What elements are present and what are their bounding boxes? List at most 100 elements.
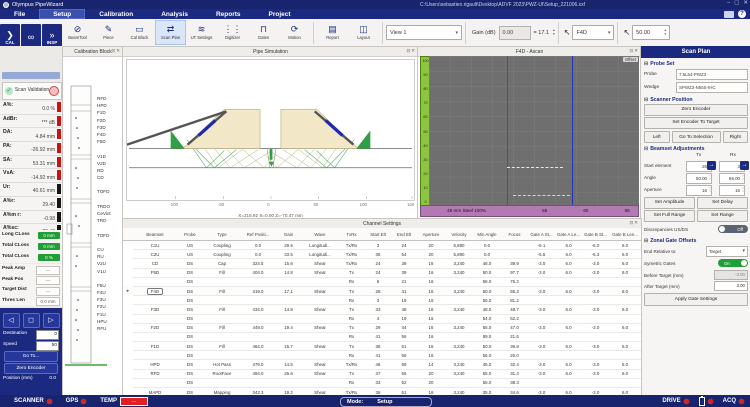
panel-window-icons[interactable]: ⊡✕ bbox=[111, 48, 121, 54]
table-row[interactable]: CD DS Cap 324.5 15.6 Shear Tx/Rx 24 39 16 3,240 48.… bbox=[123, 258, 641, 269]
apply-gate-settings-button[interactable]: Apply Gate Settings bbox=[644, 293, 748, 306]
column-header[interactable]: Probe bbox=[177, 228, 203, 241]
theme-toggle-icon[interactable] bbox=[724, 10, 734, 18]
speed-input[interactable]: 50 bbox=[36, 341, 59, 351]
apply-rx-button[interactable]: → bbox=[740, 161, 749, 170]
digitizer-button[interactable]: ⋮⋮ Digitizer bbox=[217, 20, 248, 45]
stop-button[interactable]: ◻ bbox=[22, 313, 40, 328]
symetric-gates-toggle[interactable]: On bbox=[718, 259, 748, 267]
column-header[interactable]: Gate B Len... bbox=[609, 228, 641, 241]
table-row[interactable]: C1U US Coupling 0.0 29.5 Longitudi... Tx/Rx 3 24… bbox=[123, 240, 641, 251]
angle-rx-input[interactable]: 56.00 bbox=[719, 173, 745, 184]
column-header[interactable]: Velocity bbox=[445, 228, 473, 241]
beam-select[interactable]: F4D ▾ bbox=[572, 25, 615, 40]
motion-button[interactable]: ⟳ Motion bbox=[279, 20, 310, 45]
table-row[interactable]: HPD DS Hot Pass 479.0 14.5 Shear Tx/Rx 46 59 14 3,… bbox=[123, 359, 641, 370]
jog-left-button[interactable]: ◁ bbox=[2, 313, 20, 328]
column-header[interactable]: Gate B St... bbox=[582, 228, 609, 241]
pipe-simulation-canvas[interactable] bbox=[126, 59, 415, 201]
piece-button[interactable]: ✎ Piece bbox=[93, 20, 124, 45]
aperture-tx-input[interactable]: 16 bbox=[686, 185, 712, 196]
angle-tx-input[interactable]: 50.00 bbox=[686, 173, 712, 184]
panel-window-icons[interactable]: ⊡✕ bbox=[629, 48, 639, 54]
gain-input[interactable]: 0.00 bbox=[498, 25, 531, 40]
table-row[interactable]: DS Rx 41 56 16 59.0 21.6 bbox=[123, 332, 641, 343]
column-header[interactable]: Beamset bbox=[133, 228, 177, 241]
table-row[interactable]: RFD DS RootFace 494.0 26.6 Shear Tx 37 56 20 3,240… bbox=[123, 369, 641, 379]
report-button[interactable]: ▤ Report bbox=[317, 20, 348, 45]
table-row[interactable]: C2U US Coupling 0.0 33.5 Longitudi... Tx/Rx 35 5… bbox=[123, 249, 641, 260]
column-header[interactable]: Aperture bbox=[417, 228, 445, 241]
move-right-button[interactable]: Right bbox=[722, 131, 748, 143]
table-row[interactable]: DS Rx 6 21 16 56.0 76.2 bbox=[123, 277, 641, 287]
minimize-button[interactable]: – bbox=[727, 0, 730, 6]
table-row[interactable]: F3D DS Fill 434.0 14.8 Shear Tx 33 48 16 3,240 48.0… bbox=[123, 304, 641, 315]
channel-settings-table[interactable]: Beamset Probe Type Ref Positi... Gain Wave TxR… bbox=[123, 228, 641, 396]
view-select[interactable]: View 1 ▾ bbox=[386, 25, 462, 40]
end-relative-select[interactable]: Target ▾ bbox=[706, 246, 748, 257]
set-range-button[interactable]: Set Range bbox=[697, 210, 748, 222]
column-header[interactable]: Start Elt bbox=[365, 228, 391, 241]
maximize-button[interactable]: ▢ bbox=[734, 0, 739, 6]
zero-encoder-button[interactable]: Zero Encoder bbox=[4, 363, 58, 374]
column-header[interactable]: Wave bbox=[302, 228, 338, 241]
angle-input[interactable]: 50.00 ▴ ▾ bbox=[632, 25, 671, 40]
close-button[interactable]: ✕ bbox=[743, 0, 748, 6]
jog-right-button[interactable]: ▷ bbox=[42, 313, 60, 328]
column-header[interactable]: Gate A Le... bbox=[555, 228, 582, 241]
beamtool-button[interactable]: ⊘ BeamTool bbox=[62, 20, 93, 45]
scan-plan-button[interactable]: ⇄ Scan Plan bbox=[155, 20, 186, 45]
table-row[interactable]: ▸ F4D DS Fill 419.0 17.1 Shear Tx 26 41 16 3,240 50.… bbox=[123, 286, 641, 297]
column-header[interactable]: Min Angle bbox=[473, 228, 501, 241]
column-header[interactable]: Gate A St... bbox=[528, 228, 555, 241]
menu-tab-setup[interactable]: Setup bbox=[39, 9, 86, 19]
collapse-icon[interactable]: ⊟ bbox=[644, 61, 648, 67]
measurement-cursor[interactable] bbox=[571, 56, 573, 207]
set-delay-button[interactable]: Set Delay bbox=[697, 197, 748, 209]
wizard-bar[interactable] bbox=[2, 72, 60, 79]
column-header[interactable]: TxRx bbox=[338, 228, 365, 241]
menu-tab-reports[interactable]: Reports bbox=[202, 9, 255, 19]
set-amplitude-button[interactable]: Set Amplitude bbox=[644, 197, 695, 209]
zero-encoder-button[interactable]: Zero Encoder bbox=[644, 104, 748, 116]
gate-b[interactable] bbox=[513, 195, 570, 197]
set-full-range-button[interactable]: Set Full Range bbox=[644, 210, 695, 222]
panel-window-icons[interactable]: ⊡✕ bbox=[629, 220, 639, 226]
table-row[interactable]: DS Rx 33 52 20 55.0 38.3 bbox=[123, 378, 641, 389]
set-encoder-button[interactable]: Set Encoder To Target bbox=[644, 117, 748, 129]
collapse-icon[interactable]: ⊟ bbox=[644, 97, 648, 103]
help-icon[interactable]: ? bbox=[738, 10, 746, 18]
probe-field[interactable]: 7.5L64-PWZ3 bbox=[676, 69, 748, 80]
after-target-input[interactable]: 3.00 bbox=[714, 281, 748, 291]
layout-button[interactable]: ◫ Layout bbox=[348, 20, 379, 45]
goto-button[interactable]: Go To... bbox=[4, 351, 58, 362]
column-header[interactable]: Focus bbox=[501, 228, 528, 241]
gain-spinner[interactable]: ▴ ▾ bbox=[553, 28, 555, 36]
gates-button[interactable]: ⊓ Gates bbox=[248, 20, 279, 45]
table-row[interactable]: F5D DS Fill 404.0 14.8 Shear Tx 24 39 16 3,240 50.0… bbox=[123, 268, 641, 278]
validation-pass-icon[interactable]: ✓ bbox=[5, 87, 13, 95]
reference-cursor[interactable] bbox=[506, 56, 508, 207]
table-row[interactable]: DS Rx 3 18 16 56.0 81.2 bbox=[123, 295, 641, 306]
ascan-plot[interactable]: Offset bbox=[429, 56, 639, 207]
cal-block-button[interactable]: ▭ Cal Block bbox=[124, 20, 155, 45]
column-header[interactable]: End Elt bbox=[391, 228, 417, 241]
wedge-field[interactable]: SPWZ3-N55S-IHC bbox=[676, 82, 748, 93]
table-row[interactable]: DS Rx 41 56 16 56.0 26.0 bbox=[123, 350, 641, 361]
column-header[interactable]: Gain bbox=[275, 228, 302, 241]
table-row[interactable]: F2D DS Fill 449.0 19.4 Shear Tx 29 44 16 3,240 55.0… bbox=[123, 323, 641, 333]
collapse-icon[interactable]: ⊟ bbox=[644, 238, 648, 244]
move-left-button[interactable]: Left bbox=[644, 131, 670, 143]
goto-selection-button[interactable]: Go To Selection bbox=[671, 131, 721, 143]
table-row[interactable]: DS Rx 4 19 16 54.0 62.2 bbox=[123, 314, 641, 324]
validation-fail-icon[interactable] bbox=[49, 86, 59, 96]
collapse-icon[interactable]: ⊟ bbox=[644, 146, 648, 152]
menu-tab-analysis[interactable]: Analysis bbox=[147, 9, 202, 19]
column-header[interactable]: Type bbox=[203, 228, 241, 241]
panel-window-icons[interactable]: ⊡✕ bbox=[406, 48, 416, 54]
apply-tx-button[interactable]: → bbox=[707, 161, 716, 170]
ut-settings-button[interactable]: ≋ UT Settings bbox=[186, 20, 217, 45]
menu-tab-calibration[interactable]: Calibration bbox=[85, 9, 147, 19]
gate-a[interactable] bbox=[506, 166, 564, 168]
column-header[interactable]: Ref Positi... bbox=[241, 228, 275, 241]
